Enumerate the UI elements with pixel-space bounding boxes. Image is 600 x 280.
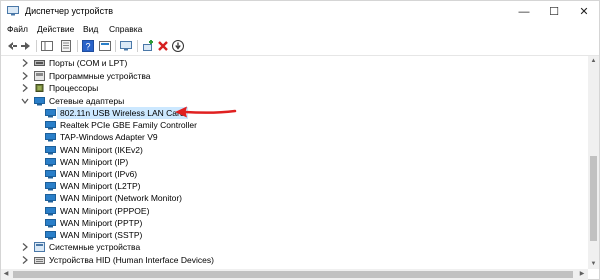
title-bar: Диспетчер устройств — ☐ ✕: [1, 1, 599, 23]
remove-device-icon[interactable]: [156, 39, 170, 53]
tree-device-label: WAN Miniport (IPv6): [60, 169, 138, 179]
network-adapter-icon: [34, 97, 45, 106]
scroll-right-icon[interactable]: ▶: [577, 269, 587, 280]
tree-device-label: WAN Miniport (SSTP): [60, 230, 143, 240]
tree-category-system-devices[interactable]: Системные устройства: [21, 241, 140, 253]
tree-device-realtek[interactable]: Realtek PCIe GBE Family Controller: [45, 119, 197, 131]
network-adapter-icon: [45, 182, 56, 191]
device-manager-icon: [7, 6, 19, 16]
tree-category-label: Устройства HID (Human Interface Devices): [49, 255, 214, 265]
tree-device-wan-sstp[interactable]: WAN Miniport (SSTP): [45, 229, 142, 241]
processor-icon: [35, 84, 44, 92]
svg-text:?: ?: [85, 42, 90, 52]
tree-device-tap-windows[interactable]: TAP-Windows Adapter V9: [45, 131, 158, 143]
menu-action[interactable]: Действие: [37, 24, 74, 34]
chevron-right-icon[interactable]: [21, 242, 29, 252]
chevron-down-icon[interactable]: [21, 96, 29, 106]
tree-device-wan-network-monitor[interactable]: WAN Miniport (Network Monitor): [45, 192, 182, 204]
tree-category-label: Порты (COM и LPT): [49, 58, 128, 68]
menu-view[interactable]: Вид: [83, 24, 98, 34]
tree-device-label: WAN Miniport (IP): [60, 157, 129, 167]
tree-device-wan-ikev2[interactable]: WAN Miniport (IKEv2): [45, 144, 143, 156]
network-adapter-icon: [45, 158, 56, 167]
tree-category-processors[interactable]: Процессоры: [21, 82, 98, 94]
tree-device-label: WAN Miniport (L2TP): [60, 181, 141, 191]
network-adapter-icon: [45, 121, 56, 130]
scroll-down-icon[interactable]: ▼: [588, 259, 599, 269]
tree-device-label: 802.11n USB Wireless LAN Card: [57, 107, 188, 119]
properties-sheet-icon[interactable]: [59, 39, 73, 53]
tree-category-label: Процессоры: [49, 83, 99, 93]
network-adapter-icon: [45, 109, 56, 118]
tree-device-wan-pppoe[interactable]: WAN Miniport (PPPOE): [45, 205, 149, 217]
tree-category-hid-devices[interactable]: Устройства HID (Human Interface Devices): [21, 254, 214, 266]
network-adapter-icon: [45, 231, 56, 240]
tree-device-label: TAP-Windows Adapter V9: [60, 132, 158, 142]
tree-category-label: Системные устройства: [49, 242, 141, 252]
network-adapter-icon: [45, 194, 56, 203]
toolbar-separator: [36, 40, 37, 52]
tree-device-wan-ip[interactable]: WAN Miniport (IP): [45, 156, 128, 168]
tree-category-ports[interactable]: Порты (COM и LPT): [21, 57, 127, 69]
tree-device-label: WAN Miniport (Network Monitor): [60, 193, 183, 203]
network-adapter-icon: [45, 133, 56, 142]
toolbar-separator: [115, 40, 116, 52]
menu-bar: Файл Действие Вид Справка: [1, 23, 599, 37]
help-icon[interactable]: ?: [81, 39, 95, 53]
tree-device-label: WAN Miniport (IKEv2): [60, 145, 143, 155]
scroll-up-icon[interactable]: ▲: [588, 56, 599, 66]
horizontal-scroll-thumb[interactable]: [13, 271, 573, 278]
horizontal-scrollbar[interactable]: ◀ ▶: [1, 269, 588, 280]
device-manager-window: Диспетчер устройств — ☐ ✕ Файл Действие …: [0, 0, 600, 280]
tree-device-label: WAN Miniport (PPPOE): [60, 206, 150, 216]
tree-category-software-devices[interactable]: Программные устройства: [21, 70, 151, 82]
tree-device-label: WAN Miniport (PPTP): [60, 218, 143, 228]
tree-device-label: Realtek PCIe GBE Family Controller: [60, 120, 197, 130]
network-adapter-icon: [45, 207, 56, 216]
annotation-arrow-icon: [175, 106, 237, 118]
tree-category-label: Сетевые адаптеры: [49, 96, 125, 106]
toolbar: ?: [1, 37, 599, 56]
chevron-right-icon[interactable]: [21, 255, 29, 265]
device-tree: Порты (COM и LPT) Программные устройства…: [1, 56, 587, 269]
menu-file[interactable]: Файл: [7, 24, 28, 34]
vertical-scroll-thumb[interactable]: [590, 156, 597, 241]
network-adapter-icon: [45, 219, 56, 228]
minimize-button[interactable]: —: [509, 1, 539, 23]
chevron-right-icon[interactable]: [21, 71, 29, 81]
disable-device-icon[interactable]: [171, 39, 185, 53]
tree-category-label: Программные устройства: [49, 71, 151, 81]
chevron-right-icon[interactable]: [21, 58, 29, 68]
port-icon: [34, 60, 45, 66]
hid-device-icon: [34, 257, 45, 264]
toolbar-separator: [77, 40, 78, 52]
maximize-button[interactable]: ☐: [539, 1, 569, 23]
network-adapter-icon: [45, 146, 56, 155]
tree-device-wireless-lan-card[interactable]: 802.11n USB Wireless LAN Card: [45, 107, 188, 119]
update-driver-icon[interactable]: [141, 39, 155, 53]
vertical-scrollbar[interactable]: ▲ ▼: [588, 56, 599, 269]
menu-help[interactable]: Справка: [109, 24, 142, 34]
tree-device-wan-pptp[interactable]: WAN Miniport (PPTP): [45, 217, 142, 229]
toolbar-separator: [137, 40, 138, 52]
tree-category-network-adapters[interactable]: Сетевые адаптеры: [21, 95, 124, 107]
network-adapter-icon: [45, 170, 56, 179]
back-icon[interactable]: [5, 39, 19, 53]
software-device-icon: [34, 71, 45, 81]
properties-icon[interactable]: [98, 39, 112, 53]
chevron-right-icon[interactable]: [21, 83, 29, 93]
close-button[interactable]: ✕: [569, 1, 599, 23]
window-title: Диспетчер устройств: [25, 6, 113, 16]
system-device-icon: [34, 242, 45, 252]
scroll-left-icon[interactable]: ◀: [1, 269, 11, 280]
show-hide-tree-icon[interactable]: [40, 39, 54, 53]
scan-hardware-icon[interactable]: [119, 39, 133, 53]
forward-icon[interactable]: [19, 39, 33, 53]
tree-device-wan-ipv6[interactable]: WAN Miniport (IPv6): [45, 168, 137, 180]
tree-device-wan-l2tp[interactable]: WAN Miniport (L2TP): [45, 180, 140, 192]
